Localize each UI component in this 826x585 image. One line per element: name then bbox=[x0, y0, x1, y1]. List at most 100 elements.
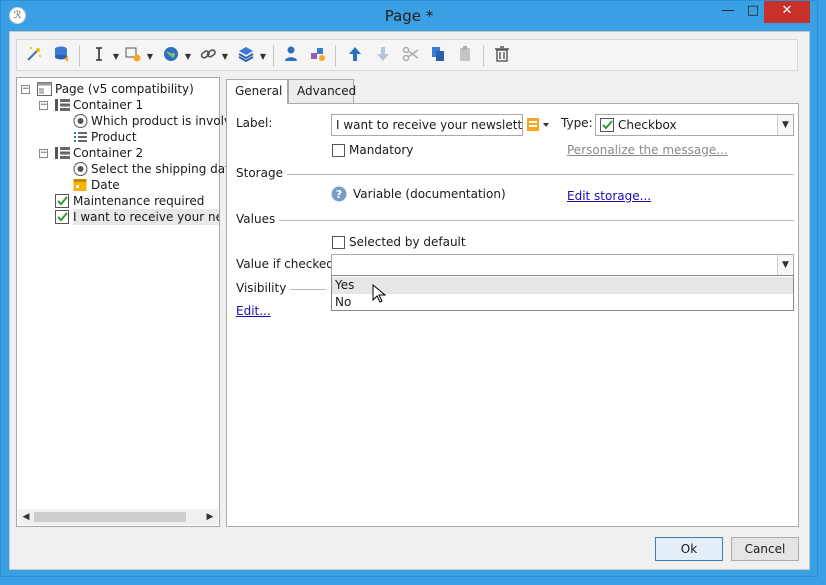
section-divider bbox=[236, 220, 794, 221]
type-caption: Type: bbox=[561, 116, 593, 130]
general-tab-panel: Label: I want to receive your newsletter… bbox=[226, 103, 799, 527]
move-up-icon[interactable] bbox=[344, 45, 366, 67]
radio-icon bbox=[73, 114, 88, 128]
list-icon bbox=[74, 132, 87, 142]
date-icon bbox=[73, 179, 87, 191]
form-field-icon[interactable]: ▼ bbox=[122, 45, 153, 67]
form-structure-tree[interactable]: − Page (v5 compatibility) − Container 1 … bbox=[16, 77, 238, 527]
container-icon[interactable]: ▼ bbox=[235, 45, 266, 67]
scroll-thumb[interactable] bbox=[34, 512, 186, 522]
scroll-left-icon[interactable]: ◀ bbox=[18, 509, 34, 525]
tree-item-label: Container 1 bbox=[73, 98, 144, 112]
chevron-down-icon[interactable]: ▼ bbox=[260, 46, 266, 68]
toolbar-separator bbox=[335, 45, 336, 67]
horizontal-scrollbar[interactable]: ◀ ▶ bbox=[18, 509, 218, 525]
selected-by-default-checkbox[interactable] bbox=[332, 236, 345, 249]
dropdown-option-no[interactable]: No bbox=[332, 294, 793, 311]
section-divider bbox=[236, 174, 794, 175]
storage-variable: Variable (documentation) bbox=[353, 187, 506, 201]
tree-item-product[interactable]: Product bbox=[17, 129, 217, 145]
close-button[interactable]: ✕ bbox=[764, 1, 810, 23]
copy-icon[interactable] bbox=[427, 45, 449, 67]
chevron-down-icon[interactable]: ▼ bbox=[185, 46, 191, 68]
tree-item-container-2[interactable]: − Container 2 bbox=[17, 145, 217, 161]
chevron-down-icon[interactable]: ▼ bbox=[777, 115, 793, 135]
text-options-icon[interactable] bbox=[527, 117, 551, 133]
toolbar-separator bbox=[273, 45, 274, 67]
tree-item-label: Date bbox=[91, 178, 120, 192]
tree-item-maintenance[interactable]: Maintenance required bbox=[17, 193, 217, 209]
link-icon[interactable]: ▼ bbox=[197, 45, 228, 67]
minimize-button[interactable]: — bbox=[717, 1, 739, 23]
window-title: Page * bbox=[384, 7, 434, 25]
radio-icon bbox=[73, 162, 88, 176]
move-down-icon[interactable] bbox=[372, 45, 394, 67]
magic-wand-icon[interactable] bbox=[23, 45, 45, 67]
help-icon[interactable]: ? bbox=[331, 186, 347, 202]
mandatory-label: Mandatory bbox=[349, 143, 414, 157]
tree-item-shipping[interactable]: Select the shipping date bbox=[17, 161, 237, 177]
collapse-icon[interactable]: − bbox=[39, 101, 48, 110]
tree-item-label: Maintenance required bbox=[73, 194, 205, 208]
personalize-message-link[interactable]: Personalize the message... bbox=[567, 143, 728, 157]
container-icon bbox=[55, 147, 70, 159]
type-select[interactable]: Checkbox ▼ bbox=[595, 114, 794, 136]
ok-button[interactable]: Ok bbox=[655, 537, 723, 561]
checkbox-icon bbox=[600, 118, 614, 132]
trash-icon[interactable] bbox=[491, 45, 513, 67]
value-if-checked-caption: Value if checked: bbox=[236, 257, 338, 271]
visibility-heading: Visibility bbox=[236, 281, 291, 295]
tree-item-container-1[interactable]: − Container 1 bbox=[17, 97, 217, 113]
dialog-window: ℛ Page * — □ ✕ ▼ ▼ ▼ ▼ ▼ − Page (v5 comp… bbox=[0, 0, 818, 577]
page-icon bbox=[37, 82, 52, 96]
properties-panel: General Advanced Label: I want to receiv… bbox=[226, 79, 799, 527]
tree-item-label: Which product is involve bbox=[91, 114, 239, 128]
value-dropdown-list[interactable]: Yes No bbox=[331, 275, 794, 311]
cut-icon[interactable] bbox=[400, 45, 422, 67]
database-icon[interactable] bbox=[51, 45, 73, 67]
tree-item-date[interactable]: Date bbox=[17, 177, 217, 193]
tree-item-label: I want to receive your newsl bbox=[73, 209, 219, 225]
storage-heading: Storage bbox=[236, 166, 287, 180]
container-icon bbox=[55, 99, 70, 111]
type-select-value: Checkbox bbox=[618, 118, 677, 132]
tree-item-label: Container 2 bbox=[73, 146, 144, 160]
chevron-down-icon[interactable]: ▼ bbox=[222, 46, 228, 68]
checkbox-icon bbox=[55, 210, 69, 224]
scroll-right-icon[interactable]: ▶ bbox=[202, 509, 218, 525]
mouse-cursor-icon bbox=[372, 284, 386, 303]
tree-item-label: Product bbox=[91, 130, 137, 144]
edit-visibility-link[interactable]: Edit... bbox=[236, 304, 271, 318]
tree-item-label: Select the shipping date bbox=[91, 162, 238, 176]
shapes-icon[interactable] bbox=[307, 45, 329, 67]
dropdown-option-yes[interactable]: Yes bbox=[332, 277, 793, 294]
collapse-icon[interactable]: − bbox=[39, 149, 48, 158]
mandatory-checkbox[interactable] bbox=[332, 144, 345, 157]
text-cursor-icon[interactable]: ▼ bbox=[88, 45, 119, 67]
toolbar-separator bbox=[483, 45, 484, 67]
cancel-button[interactable]: Cancel bbox=[731, 537, 799, 561]
person-icon[interactable] bbox=[280, 45, 302, 67]
values-heading: Values bbox=[236, 212, 280, 226]
checkbox-icon bbox=[55, 194, 69, 208]
label-input[interactable]: I want to receive your newsletter bbox=[331, 114, 523, 136]
paste-icon[interactable] bbox=[454, 45, 476, 67]
tab-general[interactable]: General bbox=[226, 79, 288, 104]
tree-item-page[interactable]: − Page (v5 compatibility) bbox=[17, 81, 217, 97]
tree-item-question[interactable]: Which product is involve bbox=[17, 113, 238, 129]
edit-storage-link[interactable]: Edit storage... bbox=[567, 189, 651, 203]
label-caption: Label: bbox=[236, 116, 273, 130]
collapse-icon[interactable]: − bbox=[21, 85, 30, 94]
chevron-down-icon[interactable]: ▼ bbox=[113, 46, 119, 68]
chevron-down-icon[interactable]: ▼ bbox=[147, 46, 153, 68]
globe-icon[interactable]: ▼ bbox=[160, 45, 191, 67]
tab-advanced[interactable]: Advanced bbox=[288, 79, 356, 103]
tree-item-newsletter[interactable]: I want to receive your newsl bbox=[17, 209, 219, 225]
toolbar: ▼ ▼ ▼ ▼ ▼ bbox=[16, 39, 798, 71]
maximize-button[interactable]: □ bbox=[742, 1, 764, 23]
value-if-checked-select[interactable]: ▼ bbox=[331, 254, 794, 276]
toolbar-separator bbox=[79, 45, 80, 67]
chevron-down-icon[interactable]: ▼ bbox=[777, 255, 793, 275]
title-bar[interactable]: ℛ Page * — □ ✕ bbox=[1, 1, 817, 31]
tree-item-label: Page (v5 compatibility) bbox=[55, 82, 194, 96]
